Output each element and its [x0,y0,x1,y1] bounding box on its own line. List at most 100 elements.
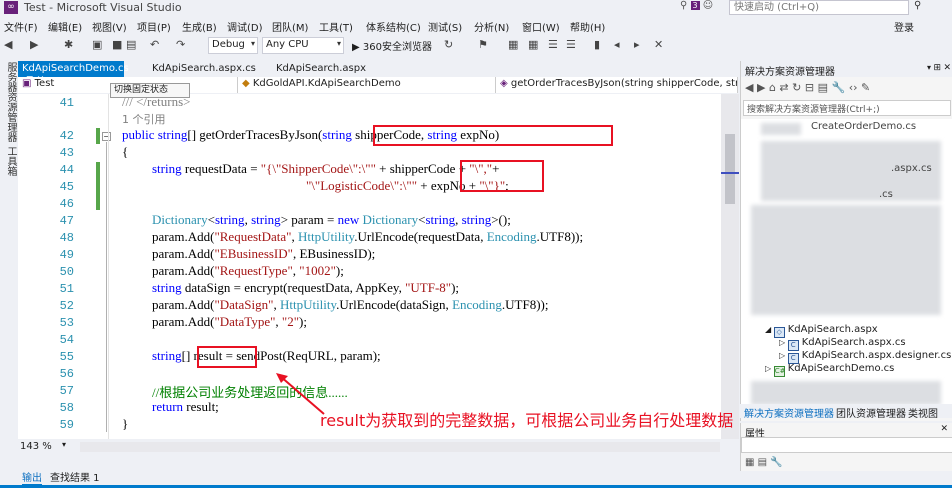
forward-icon[interactable]: ▶ [757,81,765,94]
menu-file[interactable]: 文件(F) [4,19,38,34]
menu-project[interactable]: 项目(P) [137,19,171,34]
properties-icon[interactable]: 🔧 [831,81,845,94]
login-link[interactable]: 登录 [894,19,914,34]
line-number: 56 [59,367,74,381]
menu-team[interactable]: 团队(M) [272,19,308,34]
reference-count[interactable]: 1 个引用 [122,111,166,127]
menu-edit[interactable]: 编辑(E) [48,19,82,34]
server-explorer-tab[interactable]: 服务器资源管理器 [3,62,18,142]
solution-explorer-panel: 解决方案资源管理器 ▾ ⊞ ✕ ◀ ▶ ⌂ ⇄ ↻ ⊟ ▤ 🔧 ‹› ✎ 搜索解… [740,61,952,421]
new-project-icon[interactable]: ✱ [64,38,73,53]
solution-search-input[interactable]: 搜索解决方案资源管理器(Ctrl+;) [743,100,951,116]
menu-architecture[interactable]: 体系结构(C) [366,19,421,34]
blurred-region [751,205,941,315]
menu-window[interactable]: 窗口(W) [522,19,560,34]
filter-icon[interactable]: ⚲ [680,0,687,11]
bookmark-prev-icon[interactable]: ◂ [614,38,620,53]
toolbar-misc-icon-2[interactable]: ▦ [528,38,538,53]
toolbar-misc-icon-3[interactable]: ☰ [548,38,558,53]
alphabetical-icon[interactable]: ▤ [758,457,767,468]
refresh-icon[interactable]: ↻ [792,81,801,94]
chevron-down-icon: ▾ [250,39,255,48]
code-line: param.Add("RequestType", "1002"); [152,263,344,278]
view-code-icon[interactable]: ‹› [849,81,858,94]
expand-icon[interactable]: ▷ [779,338,788,347]
preview-icon[interactable]: ✎ [861,81,870,94]
tree-item-kdapisearch-aspx[interactable]: ◢ ◇ KdApiSearch.aspx [765,324,878,338]
menu-analyze[interactable]: 分析(N) [474,19,509,34]
open-file-icon[interactable]: ▣ [92,38,102,53]
home-icon[interactable]: ⌂ [769,81,776,94]
tab-output[interactable]: 输出 [22,469,42,486]
collapse-all-icon[interactable]: ⊟ [805,81,814,94]
expand-icon[interactable]: ▷ [765,364,774,373]
code-editor[interactable]: − 41 /// </returns> 1 个引用 42 public stri… [18,94,738,439]
show-all-files-icon[interactable]: ▤ [818,81,828,94]
menu-view[interactable]: 视图(V) [92,19,127,34]
refresh-icon[interactable]: ↻ [444,38,453,53]
menu-build[interactable]: 生成(B) [182,19,217,34]
solution-tree: CreateOrderDemo.cs .aspx.cs .cs ◢ ◇ KdApi… [741,119,952,409]
collapse-icon[interactable]: − [102,132,111,141]
menu-debug[interactable]: 调试(D) [227,19,263,34]
tab-solution-explorer[interactable]: 解决方案资源管理器 [744,405,834,420]
configuration-dropdown[interactable]: Debug ▾ [208,37,258,54]
method-icon: ◈ [500,78,511,89]
class-dropdown[interactable]: ◆ KdGoldAPI.KdApiSearchDemo [238,77,496,93]
menu-help[interactable]: 帮助(H) [570,19,605,34]
menu-test[interactable]: 测试(S) [428,19,462,34]
pin-icon[interactable]: ⊞ [933,63,941,73]
tree-item-kdapisearch-designer-cs[interactable]: ▷ C KdApiSearch.aspx.designer.cs [779,350,951,364]
quick-launch-input[interactable]: 快速启动 (Ctrl+Q) [729,0,909,15]
tree-item-kdapisearch-aspx-cs[interactable]: ▷ C KdApiSearch.aspx.cs [779,337,906,351]
tab-team-explorer[interactable]: 团队资源管理器 [836,405,906,420]
zoom-level[interactable]: 143 % [20,441,52,452]
wrench-icon[interactable]: 🔧 [770,457,782,468]
notification-area[interactable]: ⚲ 3 ☺ [680,0,726,15]
redo-icon[interactable]: ↷ [176,38,185,53]
bookmark-next-icon[interactable]: ▸ [634,38,640,53]
back-icon[interactable]: ◀ [4,38,12,53]
toolbox-tab[interactable]: 工具箱 [3,146,18,176]
run-button[interactable]: ▶ 360安全浏览器 [352,38,432,53]
editor-vertical-scrollbar[interactable] [721,94,739,439]
bookmark-icon[interactable]: ▮ [594,38,600,53]
save-all-icon[interactable]: ▤ [126,38,136,53]
save-icon[interactable]: ■ [112,38,122,53]
tab-kdapisearch-aspx-cs[interactable]: KdApiSearch.aspx.cs [148,61,260,77]
browser-link-icon[interactable]: ⚑ [478,38,488,53]
chevron-down-icon[interactable]: ▾ [927,63,931,72]
tree-item-kdapisearchdemo-cs[interactable]: ▷ C# KdApiSearchDemo.cs [765,363,894,377]
close-icon[interactable]: ✕ [943,63,951,73]
bookmark-clear-icon[interactable]: ✕ [654,38,663,53]
editor-horizontal-scrollbar[interactable] [80,442,720,452]
tree-item-partial[interactable]: .aspx.cs [891,163,932,174]
tab-class-view[interactable]: 类视图 [908,405,938,420]
toolbar-misc-icon-1[interactable]: ▦ [508,38,518,53]
undo-icon[interactable]: ↶ [150,38,159,53]
tree-item-partial[interactable]: CreateOrderDemo.cs [811,121,916,132]
notification-badge[interactable]: 3 [690,1,700,10]
forward-icon[interactable]: ▶ [30,38,38,53]
feedback-icon[interactable]: ☺ [703,0,713,11]
tab-kdapisearchdemo-cs[interactable]: KdApiSearchDemo.cs ⊞ ✕ [18,61,129,85]
member-dropdown[interactable]: ◈ getOrderTracesByJson(string shipperCod… [496,77,738,93]
categorized-icon[interactable]: ▦ [745,457,754,468]
expand-icon[interactable]: ▷ [779,351,788,360]
toolbar-misc-icon-4[interactable]: ☰ [566,38,576,53]
highlight-parameters-box [373,125,613,146]
properties-object-selector[interactable] [741,437,952,453]
expand-icon[interactable]: ◢ [765,325,774,334]
sync-icon[interactable]: ⇄ [779,81,788,94]
tab-kdapisearch-aspx[interactable]: KdApiSearch.aspx [272,61,370,77]
solution-explorer-header: 解决方案资源管理器 ▾ ⊞ ✕ [741,61,952,78]
back-icon[interactable]: ◀ [745,81,753,94]
platform-dropdown[interactable]: Any CPU ▾ [262,37,344,54]
menu-tools[interactable]: 工具(T) [319,19,353,34]
tree-item-partial[interactable]: .cs [879,189,893,200]
close-icon[interactable]: ✕ [940,424,948,434]
search-icon[interactable]: ⚲ [914,0,921,11]
chevron-down-icon[interactable]: ▾ [62,440,66,449]
tab-find-results[interactable]: 查找结果 1 [50,469,100,484]
scrollbar-thumb[interactable] [725,134,735,204]
